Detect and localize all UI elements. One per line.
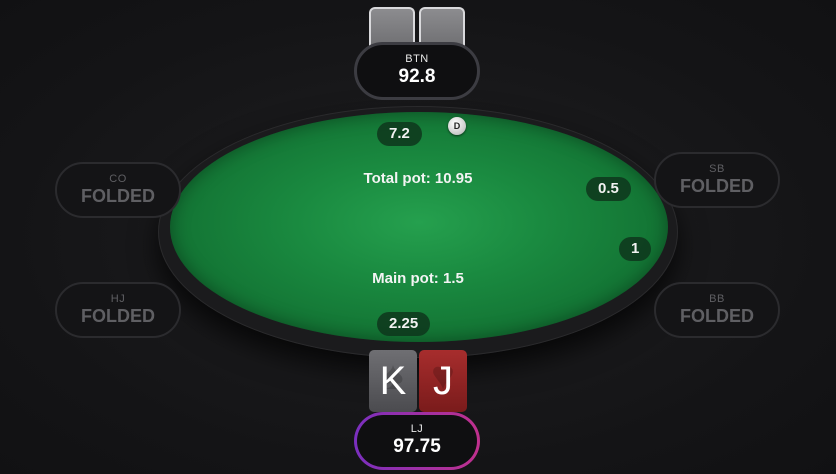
hero-card-king-of-spades: ♠ K [369,350,417,412]
seat-position-label: LJ [410,423,424,435]
seat-sb[interactable]: SB FOLDED [654,152,780,208]
seat-btn[interactable]: BTN 92.8 [354,42,480,100]
dealer-button-icon: D [448,117,466,135]
card-rank: K [379,359,407,403]
bet-amount-lj: 2.25 [377,312,431,336]
card-rank: J [433,359,453,403]
seat-position-label: BTN [405,53,429,65]
seat-position-label: CO [109,173,127,185]
hero-card-jack-of-hearts: ♥ J [419,350,467,412]
seat-stack: 92.8 [398,66,436,87]
seat-status: FOLDED [680,176,754,196]
opponent-card-back [369,7,415,47]
seat-stack: 97.75 [393,436,441,457]
seat-hj[interactable]: HJ FOLDED [55,282,181,338]
poker-table-felt [170,112,668,342]
main-pot-label: Main pot: 1.5 [372,270,464,287]
seat-status: FOLDED [81,186,155,206]
seat-co[interactable]: CO FOLDED [55,162,181,218]
seat-position-label: SB [709,163,725,175]
bet-amount-btn: 7.2 [377,122,422,146]
seat-bb[interactable]: BB FOLDED [654,282,780,338]
bet-amount-bb: 1 [619,237,652,261]
seat-position-label: BB [709,293,725,305]
seat-status: FOLDED [81,306,155,326]
bet-amount-sb: 0.5 [586,177,631,201]
total-pot-label: Total pot: 10.95 [363,170,473,187]
opponent-card-back [419,7,465,47]
seat-lj-hero[interactable]: LJ 97.75 [354,412,480,470]
seat-status: FOLDED [680,306,754,326]
seat-position-label: HJ [110,293,126,305]
